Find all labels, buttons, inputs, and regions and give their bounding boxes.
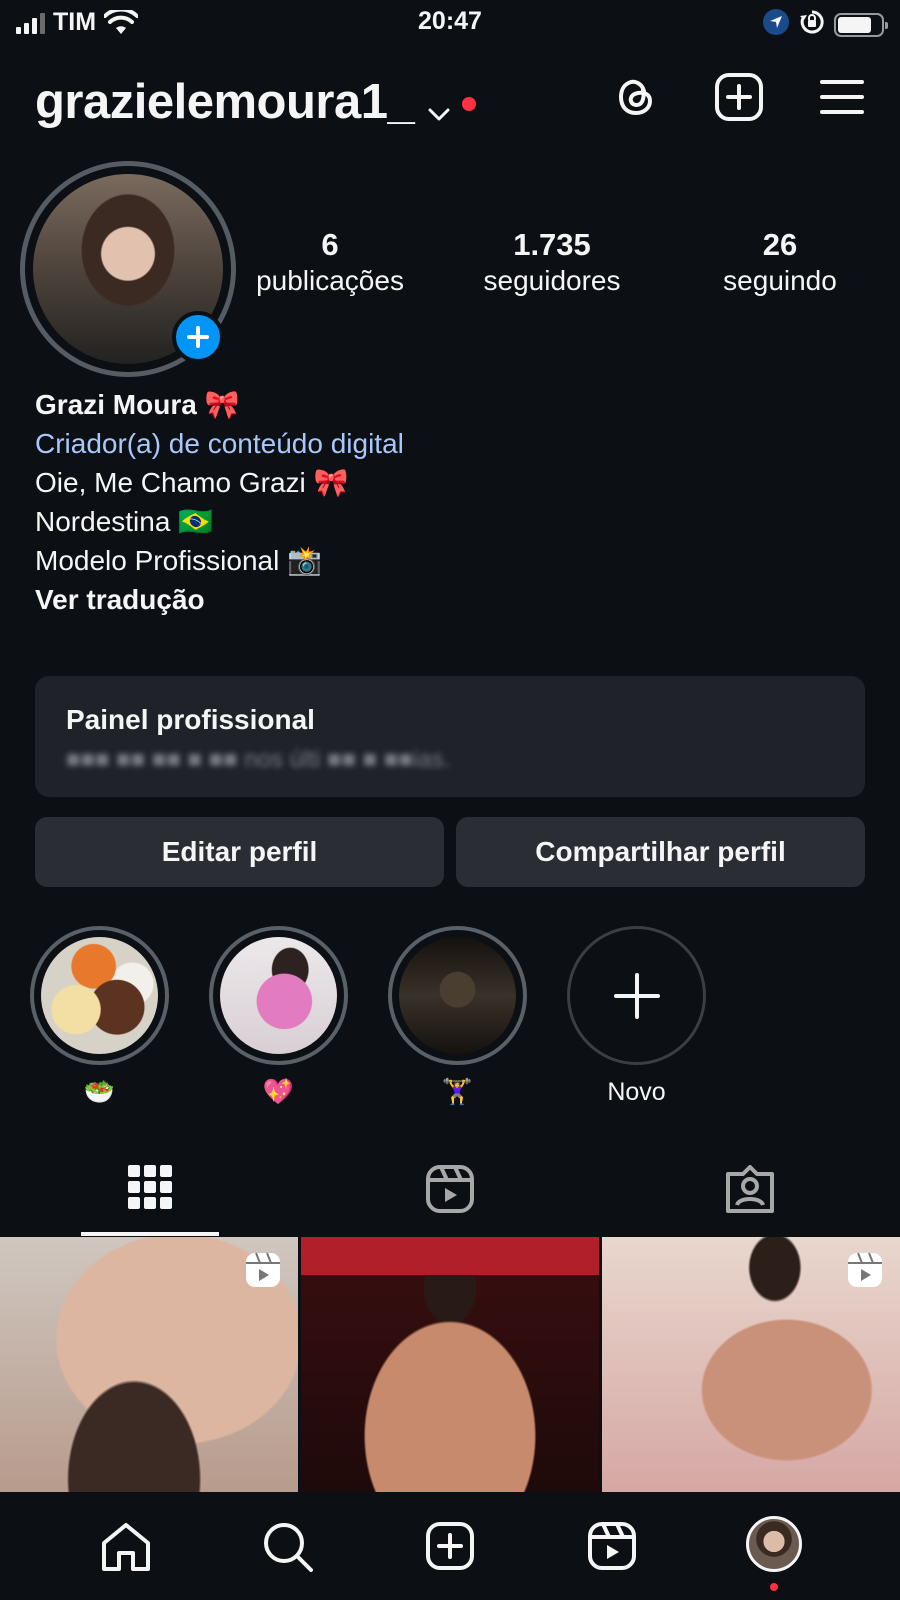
profile-stats: 6 publicações 1.735 seguidores 26 seguin… bbox=[238, 226, 878, 300]
search-icon bbox=[264, 1523, 313, 1572]
username: grazielemoura1_ bbox=[35, 75, 415, 129]
chevron-down-icon bbox=[428, 78, 450, 134]
highlight-item[interactable]: 🥗 bbox=[30, 926, 169, 1107]
bio-line: Nordestina 🇧🇷 bbox=[35, 506, 214, 537]
highlight-label: 💖 bbox=[262, 1078, 295, 1106]
stat-value: 1.735 bbox=[513, 227, 591, 262]
stat-label: publicações bbox=[256, 265, 404, 297]
home-icon bbox=[102, 1523, 150, 1571]
see-translation-link[interactable]: Ver tradução bbox=[35, 580, 865, 619]
profile-avatar-small bbox=[746, 1516, 802, 1572]
notification-dot bbox=[770, 1583, 778, 1591]
stat-value: 26 bbox=[762, 227, 798, 262]
tab-posts-grid[interactable] bbox=[0, 1156, 300, 1236]
profile-tabs bbox=[0, 1156, 900, 1236]
bio-line: Oie, Me Chamo Grazi 🎀 bbox=[35, 467, 349, 498]
add-story-button[interactable] bbox=[172, 311, 224, 363]
create-post-icon[interactable] bbox=[714, 72, 764, 122]
status-bar: TIM 20:47 bbox=[0, 0, 900, 46]
nav-create[interactable] bbox=[405, 1492, 495, 1571]
highlight-label: 🥗 bbox=[83, 1078, 116, 1106]
stat-value: 6 bbox=[321, 227, 339, 262]
stat-label: seguidores bbox=[483, 265, 621, 297]
orientation-lock-icon bbox=[798, 8, 826, 41]
tab-tagged[interactable] bbox=[600, 1156, 900, 1236]
posts-grid bbox=[0, 1237, 900, 1492]
nav-reels[interactable] bbox=[567, 1492, 657, 1571]
post-thumbnail[interactable] bbox=[602, 1237, 900, 1492]
profile-header: grazielemoura1_ bbox=[35, 64, 865, 132]
highlight-item[interactable]: 💖 bbox=[209, 926, 348, 1107]
plus-icon bbox=[613, 972, 660, 1019]
stat-label: seguindo bbox=[723, 265, 837, 297]
display-name: Grazi Moura 🎀 bbox=[35, 389, 240, 420]
post-thumbnail[interactable] bbox=[301, 1237, 599, 1492]
stat-posts[interactable]: 6 publicações bbox=[238, 226, 422, 300]
notification-dot bbox=[462, 97, 477, 111]
plus-icon bbox=[187, 326, 209, 348]
highlight-cover bbox=[220, 937, 337, 1054]
nav-home[interactable] bbox=[81, 1492, 171, 1573]
profile-actions: Editar perfil Compartilhar perfil bbox=[35, 817, 865, 887]
reel-icon bbox=[244, 1251, 282, 1294]
battery-icon bbox=[834, 12, 888, 37]
new-highlight-button[interactable]: Novo bbox=[567, 926, 706, 1107]
reels-icon bbox=[588, 1522, 636, 1570]
dashboard-title: Painel profissional bbox=[66, 704, 315, 735]
stat-followers[interactable]: 1.735 seguidores bbox=[422, 226, 682, 300]
stat-following[interactable]: 26 seguindo bbox=[682, 226, 878, 300]
highlight-label: Novo bbox=[607, 1078, 666, 1106]
nav-search[interactable] bbox=[243, 1492, 333, 1573]
location-arrow-icon bbox=[762, 8, 790, 41]
professional-dashboard[interactable]: Painel profissional ■■■ ■■ ■■ ■ ■■ nos ú… bbox=[35, 676, 865, 797]
menu-icon[interactable] bbox=[819, 77, 865, 117]
edit-profile-button[interactable]: Editar perfil bbox=[35, 817, 444, 887]
story-highlights: 🥗 💖 🏋️‍♀️ Novo bbox=[30, 926, 706, 1107]
highlight-item[interactable]: 🏋️‍♀️ bbox=[388, 926, 527, 1107]
grid-icon bbox=[128, 1165, 172, 1209]
bottom-navigation bbox=[0, 1492, 900, 1600]
nav-profile[interactable] bbox=[729, 1492, 819, 1591]
highlight-cover bbox=[399, 937, 516, 1054]
profile-bio: Grazi Moura 🎀 Criador(a) de conteúdo dig… bbox=[35, 385, 865, 619]
tab-reels[interactable] bbox=[300, 1156, 600, 1236]
highlight-label: 🏋️‍♀️ bbox=[441, 1078, 474, 1106]
share-profile-button[interactable]: Compartilhar perfil bbox=[456, 817, 865, 887]
highlight-cover bbox=[41, 937, 158, 1054]
tagged-person-icon bbox=[726, 1165, 774, 1213]
reels-icon bbox=[426, 1165, 474, 1213]
reel-icon bbox=[846, 1251, 884, 1294]
threads-icon[interactable] bbox=[613, 74, 659, 120]
dashboard-subtitle: ■■■ ■■ ■■ ■ ■■ nos últi ■■ ■ ■■ias. bbox=[66, 746, 451, 773]
post-thumbnail[interactable] bbox=[0, 1237, 298, 1492]
category-label: Criador(a) de conteúdo digital bbox=[35, 428, 404, 459]
bio-line: Modelo Profissional 📸 bbox=[35, 545, 322, 576]
account-switcher[interactable]: grazielemoura1_ bbox=[35, 70, 477, 134]
create-post-icon bbox=[426, 1522, 474, 1570]
